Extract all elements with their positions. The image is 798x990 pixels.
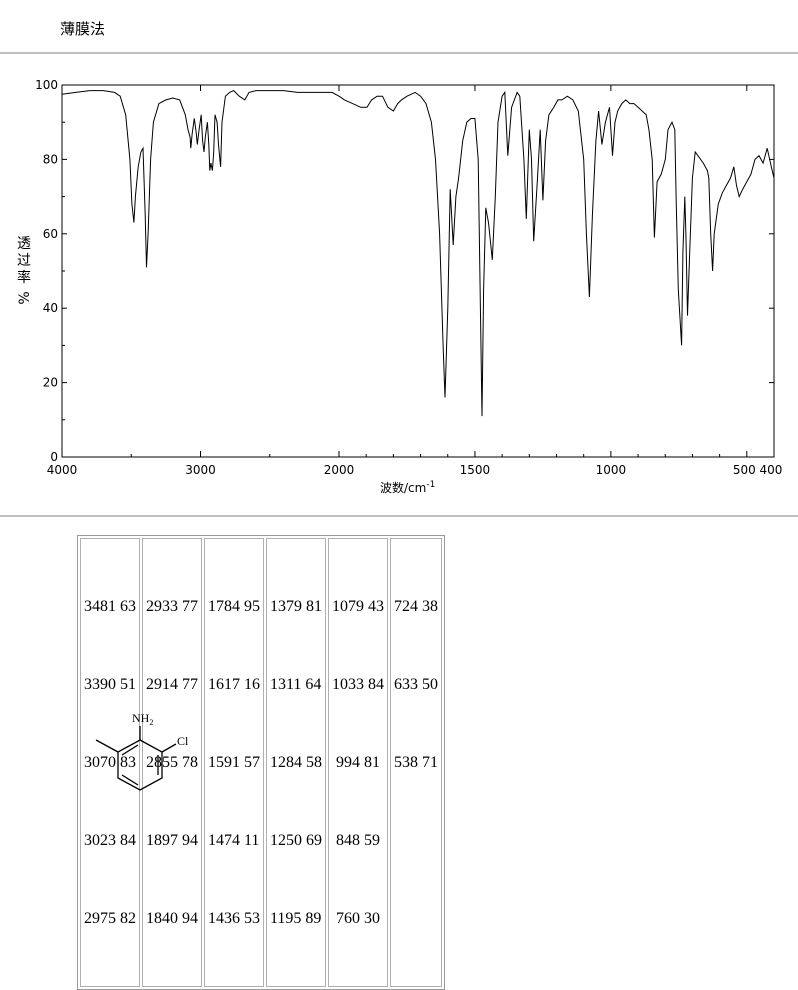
- peak-entry: 994 81: [332, 754, 380, 771]
- peak-entry: 1379 81: [270, 598, 322, 615]
- y-tick-label: 60: [43, 227, 58, 241]
- peak-entry: 3390 51: [84, 676, 136, 693]
- methyl-bond: [95, 739, 119, 753]
- peak-entry: 1784 95: [208, 598, 260, 615]
- chloro-label: Cl: [177, 734, 189, 748]
- y-tick-label: 100: [35, 78, 58, 92]
- svg-text:%: %: [17, 291, 33, 304]
- svg-text:过: 过: [17, 253, 31, 269]
- y-axis-label: 透 过 率 %: [17, 236, 33, 305]
- peak-entry: 760 30: [332, 910, 380, 927]
- y-tick-label: 20: [43, 376, 58, 390]
- y-tick-label: 0: [50, 450, 58, 464]
- peak-entry: 1195 89: [270, 910, 322, 927]
- chloro-bond: [161, 743, 177, 753]
- peak-entry: 1840 94: [146, 910, 198, 927]
- peak-column: 1379 81 1311 64 1284 58 1250 69 1195 89: [266, 538, 326, 987]
- x-tick-label: 1000: [596, 463, 627, 477]
- x-tick-label: 4000: [47, 463, 78, 477]
- y-tick-label: 80: [43, 152, 58, 166]
- amine-label: NH2: [132, 711, 153, 727]
- peak-entry: 848 59: [332, 832, 380, 849]
- x-tick-label: 2000: [324, 463, 355, 477]
- peak-entry: 1311 64: [270, 676, 322, 693]
- transmittance-curve: [61, 90, 775, 417]
- axis-tick-labels: 0 20 40 60 80 100 4000 3000 2000 1500 1000 500 400: [35, 78, 782, 477]
- x-axis-label: 波数/cm-1: [380, 480, 435, 495]
- svg-text:率: 率: [17, 269, 31, 286]
- peak-entry: 1033 84: [332, 676, 384, 693]
- peak-entry: 1250 69: [270, 832, 322, 849]
- ir-spectrum-chart: 0204060801004000 3000 2000 1500 1000 500 400 …: [17, 78, 782, 495]
- peak-entry: 1617 16: [208, 676, 260, 693]
- molecular-structure: NH2 Cl: [95, 711, 189, 791]
- chart-divider: [0, 515, 798, 517]
- header-divider: [0, 52, 798, 54]
- peak-entry: 1079 43: [332, 598, 384, 615]
- method-label: 薄膜法: [60, 20, 106, 38]
- x-tick-label: 500 400: [733, 463, 783, 477]
- svg-text:透: 透: [17, 236, 31, 252]
- benzene-ring: [95, 726, 177, 791]
- x-tick-label: 3000: [185, 463, 216, 477]
- peak-column: 724 38 633 50 538 71: [390, 538, 442, 987]
- peak-entry: 724 38: [394, 598, 438, 615]
- peak-entry: 2914 77: [146, 676, 198, 693]
- peak-column: 1079 43 1033 84 994 81 848 59 760 30: [328, 538, 388, 987]
- peak-entry: 1474 11: [208, 832, 260, 849]
- peak-entry: 2933 77: [146, 598, 198, 615]
- peak-entry: 633 50: [394, 676, 438, 693]
- peak-entry: 1284 58: [270, 754, 322, 771]
- peak-entry: 1436 53: [208, 910, 260, 927]
- peak-entry: 3023 84: [84, 832, 136, 849]
- peak-entry: 538 71: [394, 754, 438, 771]
- x-tick-label: 1500: [460, 463, 491, 477]
- peak-entry: 1897 94: [146, 832, 198, 849]
- y-tick-label: 40: [43, 301, 58, 315]
- peak-entry: 3481 63: [84, 598, 136, 615]
- peak-entry: 2975 82: [84, 910, 136, 927]
